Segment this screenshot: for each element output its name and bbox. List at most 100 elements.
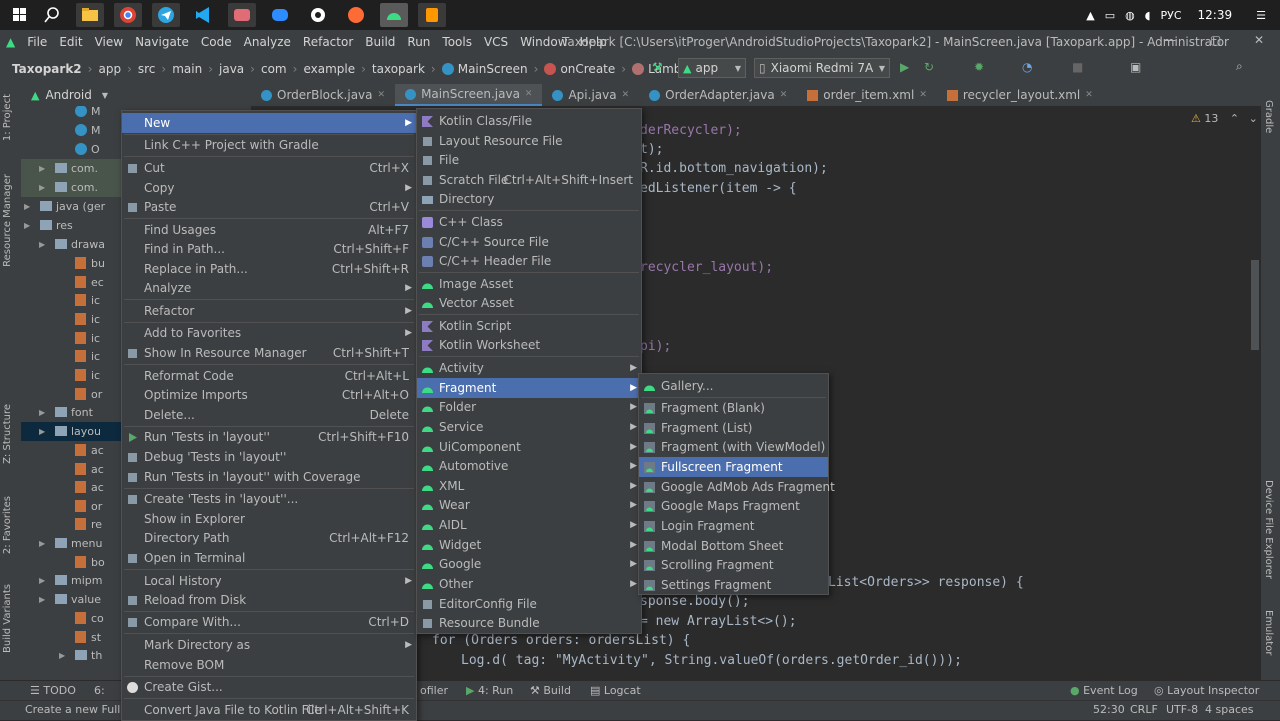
menu-item-find-usages[interactable]: Find Usages Alt+F7 xyxy=(122,220,416,240)
menu-item-local-history[interactable]: Local History ▶ xyxy=(122,571,416,591)
breadcrumb-item[interactable]: Taxopark2 xyxy=(10,62,84,76)
file-encoding[interactable]: UTF-8 xyxy=(1166,703,1198,716)
menu-item-replace-in-path[interactable]: Replace in Path... Ctrl+Shift+R xyxy=(122,259,416,279)
app-icon[interactable] xyxy=(342,3,370,27)
minimize-button[interactable]: — xyxy=(1164,33,1176,47)
menu-item-c-c-header-file[interactable]: C/C++ Header File xyxy=(417,251,641,271)
menu-item-create-tests-in-layout[interactable]: Create 'Tests in 'layout''... xyxy=(122,489,416,509)
chrome-icon[interactable] xyxy=(114,3,142,27)
menu-item-kotlin-worksheet[interactable]: Kotlin Worksheet xyxy=(417,335,641,355)
zoom-icon[interactable] xyxy=(266,3,294,27)
menu-item-optimize-imports[interactable]: Optimize Imports Ctrl+Alt+O xyxy=(122,385,416,405)
tool-tab-device-file-explorer[interactable]: Device File Explorer xyxy=(1263,480,1274,579)
menu-item-google-admob-ads-fragment[interactable]: Google AdMob Ads Fragment xyxy=(639,477,835,497)
android-studio-icon[interactable] xyxy=(380,3,408,27)
tool-tab-profiler[interactable]: ofiler xyxy=(420,684,448,697)
chevron-up-icon[interactable]: ⌃ xyxy=(1230,112,1239,125)
menu-item-widget[interactable]: Widget ▶ xyxy=(417,535,641,555)
search-icon[interactable]: ⌕ xyxy=(1236,59,1243,74)
chevron-right-icon[interactable]: ▶ xyxy=(39,534,45,553)
chevron-down-icon[interactable]: ▼ xyxy=(102,91,108,100)
breadcrumb-item[interactable]: java xyxy=(217,62,246,76)
chevron-right-icon[interactable]: ▶ xyxy=(24,197,30,216)
tool-tab-build-variants[interactable]: Build Variants xyxy=(2,584,13,653)
chevron-right-icon[interactable]: ▶ xyxy=(39,590,45,609)
menu-item-link-c-project-with-gradle[interactable]: Link C++ Project with Gradle xyxy=(122,135,416,155)
menu-item-fragment[interactable]: Fragment ▶ xyxy=(417,378,641,398)
menu-item-image-asset[interactable]: Image Asset xyxy=(417,274,641,294)
menu-analyze[interactable]: Analyze xyxy=(238,35,297,49)
tool-tab-structure[interactable]: Z: Structure xyxy=(2,404,13,464)
close-icon[interactable]: ✕ xyxy=(780,84,788,106)
menu-item-service[interactable]: Service ▶ xyxy=(417,417,641,437)
close-icon[interactable]: ✕ xyxy=(378,84,386,106)
menu-item-kotlin-class-file[interactable]: Kotlin Class/File xyxy=(417,111,641,131)
menu-item-google-maps-fragment[interactable]: Google Maps Fragment xyxy=(639,496,828,516)
close-icon[interactable]: ✕ xyxy=(622,84,630,106)
menu-item-automotive[interactable]: Automotive ▶ xyxy=(417,456,641,476)
chevron-down-icon[interactable]: ⌄ xyxy=(1249,112,1258,125)
menu-item-fragment-with-viewmodel[interactable]: Fragment (with ViewModel) xyxy=(639,437,828,457)
menu-code[interactable]: Code xyxy=(195,35,238,49)
menu-item-show-in-explorer[interactable]: Show in Explorer xyxy=(122,509,416,529)
menu-item-other[interactable]: Other ▶ xyxy=(417,574,641,594)
menu-item-wear[interactable]: Wear ▶ xyxy=(417,495,641,515)
menu-item-debug-tests-in-layout[interactable]: Debug 'Tests in 'layout'' xyxy=(122,447,416,467)
menu-item-compare-with[interactable]: Compare With... Ctrl+D xyxy=(122,612,416,632)
network-icon[interactable]: ◍ xyxy=(1125,9,1135,22)
notifications-icon[interactable]: ☰ xyxy=(1256,9,1266,22)
tool-tab-todo[interactable]: ☰ TODO xyxy=(30,684,76,697)
menu-item-file[interactable]: File xyxy=(417,150,641,170)
menu-item-convert-java-file-to-kotlin-file[interactable]: Convert Java File to Kotlin File Ctrl+Alt… xyxy=(122,700,416,720)
tool-tab-event-log[interactable]: ● Event Log xyxy=(1070,684,1138,697)
run-config-select[interactable]: ▲ app ▼ xyxy=(678,58,746,78)
menu-item-cut[interactable]: Cut Ctrl+X xyxy=(122,158,416,178)
menu-item-google[interactable]: Google ▶ xyxy=(417,554,641,574)
app-icon[interactable] xyxy=(304,3,332,27)
menu-item-show-in-resource-manager[interactable]: Show In Resource Manager Ctrl+Shift+T xyxy=(122,343,416,363)
warnings-indicator[interactable]: ⚠ 13 ⌃ ⌄ xyxy=(1191,112,1258,125)
language-indicator[interactable]: РУС xyxy=(1161,9,1182,22)
breadcrumb-item[interactable]: onCreate xyxy=(542,62,617,76)
caret-position[interactable]: 52:30 xyxy=(1093,703,1125,716)
breadcrumb-item[interactable]: com xyxy=(259,62,289,76)
menu-item-kotlin-script[interactable]: Kotlin Script xyxy=(417,316,641,336)
tab-mainscreen-java[interactable]: MainScreen.java ✕ xyxy=(395,84,543,106)
chevron-right-icon[interactable]: ▶ xyxy=(59,646,65,665)
volume-icon[interactable]: ◖ xyxy=(1145,9,1151,22)
breadcrumb-item[interactable]: taxopark xyxy=(370,62,427,76)
tool-tab-gradle[interactable]: Gradle xyxy=(1263,100,1274,133)
breadcrumb-item[interactable]: MainScreen xyxy=(440,62,530,76)
chevron-right-icon[interactable]: ▶ xyxy=(39,178,45,197)
tool-tab-problems[interactable]: 6: xyxy=(94,684,105,697)
chevron-right-icon[interactable]: ▶ xyxy=(39,235,45,254)
tab-order-item-xml[interactable]: order_item.xml ✕ xyxy=(797,84,937,106)
vscode-icon[interactable] xyxy=(190,3,218,27)
menu-view[interactable]: View xyxy=(89,35,129,49)
hammer-icon[interactable]: ⚒ xyxy=(652,60,663,74)
apply-changes-icon[interactable]: ↻ xyxy=(924,60,934,74)
maximize-button[interactable]: ▢ xyxy=(1210,33,1221,47)
project-view-select[interactable]: Android xyxy=(45,88,91,102)
tool-tab-layout-inspector[interactable]: ◎ Layout Inspector xyxy=(1154,684,1259,697)
menu-tools[interactable]: Tools xyxy=(436,35,478,49)
menu-item-modal-bottom-sheet[interactable]: Modal Bottom Sheet xyxy=(639,536,828,556)
menu-item-resource-bundle[interactable]: Resource Bundle xyxy=(417,613,641,633)
tab-orderadapter-java[interactable]: OrderAdapter.java ✕ xyxy=(639,84,797,106)
editor-scrollbar[interactable] xyxy=(1251,260,1259,350)
menu-item-mark-directory-as[interactable]: Mark Directory as ▶ xyxy=(122,635,416,655)
indent-setting[interactable]: 4 spaces xyxy=(1205,703,1254,716)
tool-tab-build[interactable]: ⚒ Build xyxy=(530,684,571,697)
stop-icon[interactable]: ■ xyxy=(1072,60,1083,74)
menu-item-refactor[interactable]: Refactor ▶ xyxy=(122,301,416,321)
menu-run[interactable]: Run xyxy=(401,35,436,49)
tab-api-java[interactable]: Api.java ✕ xyxy=(542,84,639,106)
run-icon[interactable]: ▶ xyxy=(900,60,909,74)
close-icon[interactable]: ✕ xyxy=(1085,84,1093,106)
menu-item-run-tests-in-layout[interactable]: Run 'Tests in 'layout'' Ctrl+Shift+F10 xyxy=(122,427,416,447)
menu-item-layout-resource-file[interactable]: Layout Resource File xyxy=(417,131,641,151)
menu-item-vector-asset[interactable]: Vector Asset xyxy=(417,293,641,313)
menu-item-find-in-path[interactable]: Find in Path... Ctrl+Shift+F xyxy=(122,239,416,259)
menu-item-paste[interactable]: Paste Ctrl+V xyxy=(122,197,416,217)
line-separator[interactable]: CRLF xyxy=(1130,703,1158,716)
